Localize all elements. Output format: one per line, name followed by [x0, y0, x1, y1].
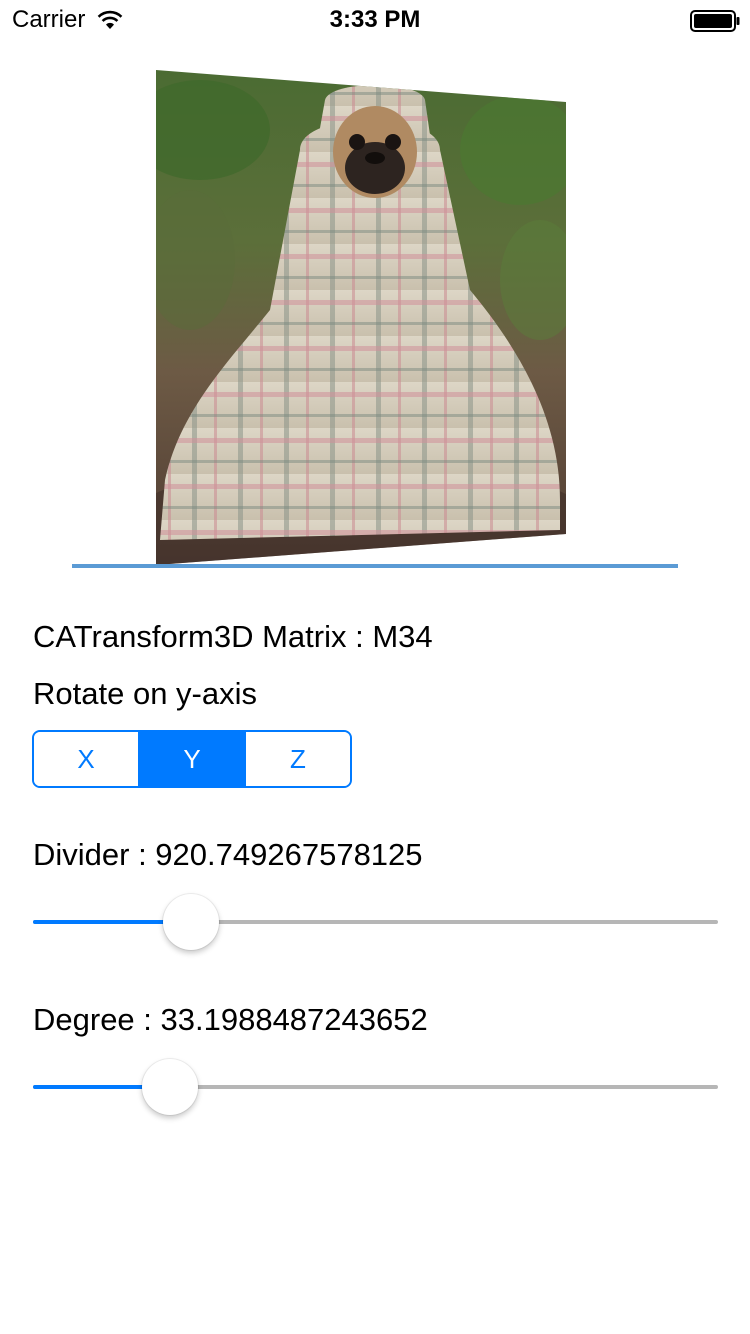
status-time: 3:33 PM: [329, 6, 421, 33]
pug-photo-image: [156, 70, 566, 565]
degree-value-label: Degree : 33.1988487243652: [33, 1002, 428, 1037]
divider-slider[interactable]: [33, 892, 718, 952]
transformed-photo: [0, 60, 750, 580]
divider-slider-thumb[interactable]: [163, 894, 219, 950]
segment-y[interactable]: Y: [138, 732, 244, 786]
axis-segmented-control: X Y Z: [32, 730, 352, 788]
degree-slider-thumb[interactable]: [142, 1059, 198, 1115]
divider-line: [72, 564, 678, 568]
divider-value-label: Divider : 920.749267578125: [33, 837, 423, 872]
segment-z[interactable]: Z: [244, 732, 350, 786]
matrix-label: CATransform3D Matrix : M34: [33, 619, 433, 654]
degree-slider[interactable]: [33, 1057, 718, 1117]
segment-x[interactable]: X: [34, 732, 138, 786]
battery-icon: [690, 10, 740, 32]
rotate-axis-label: Rotate on y-axis: [33, 676, 257, 711]
status-bar: Carrier 3:33 PM: [0, 0, 750, 40]
